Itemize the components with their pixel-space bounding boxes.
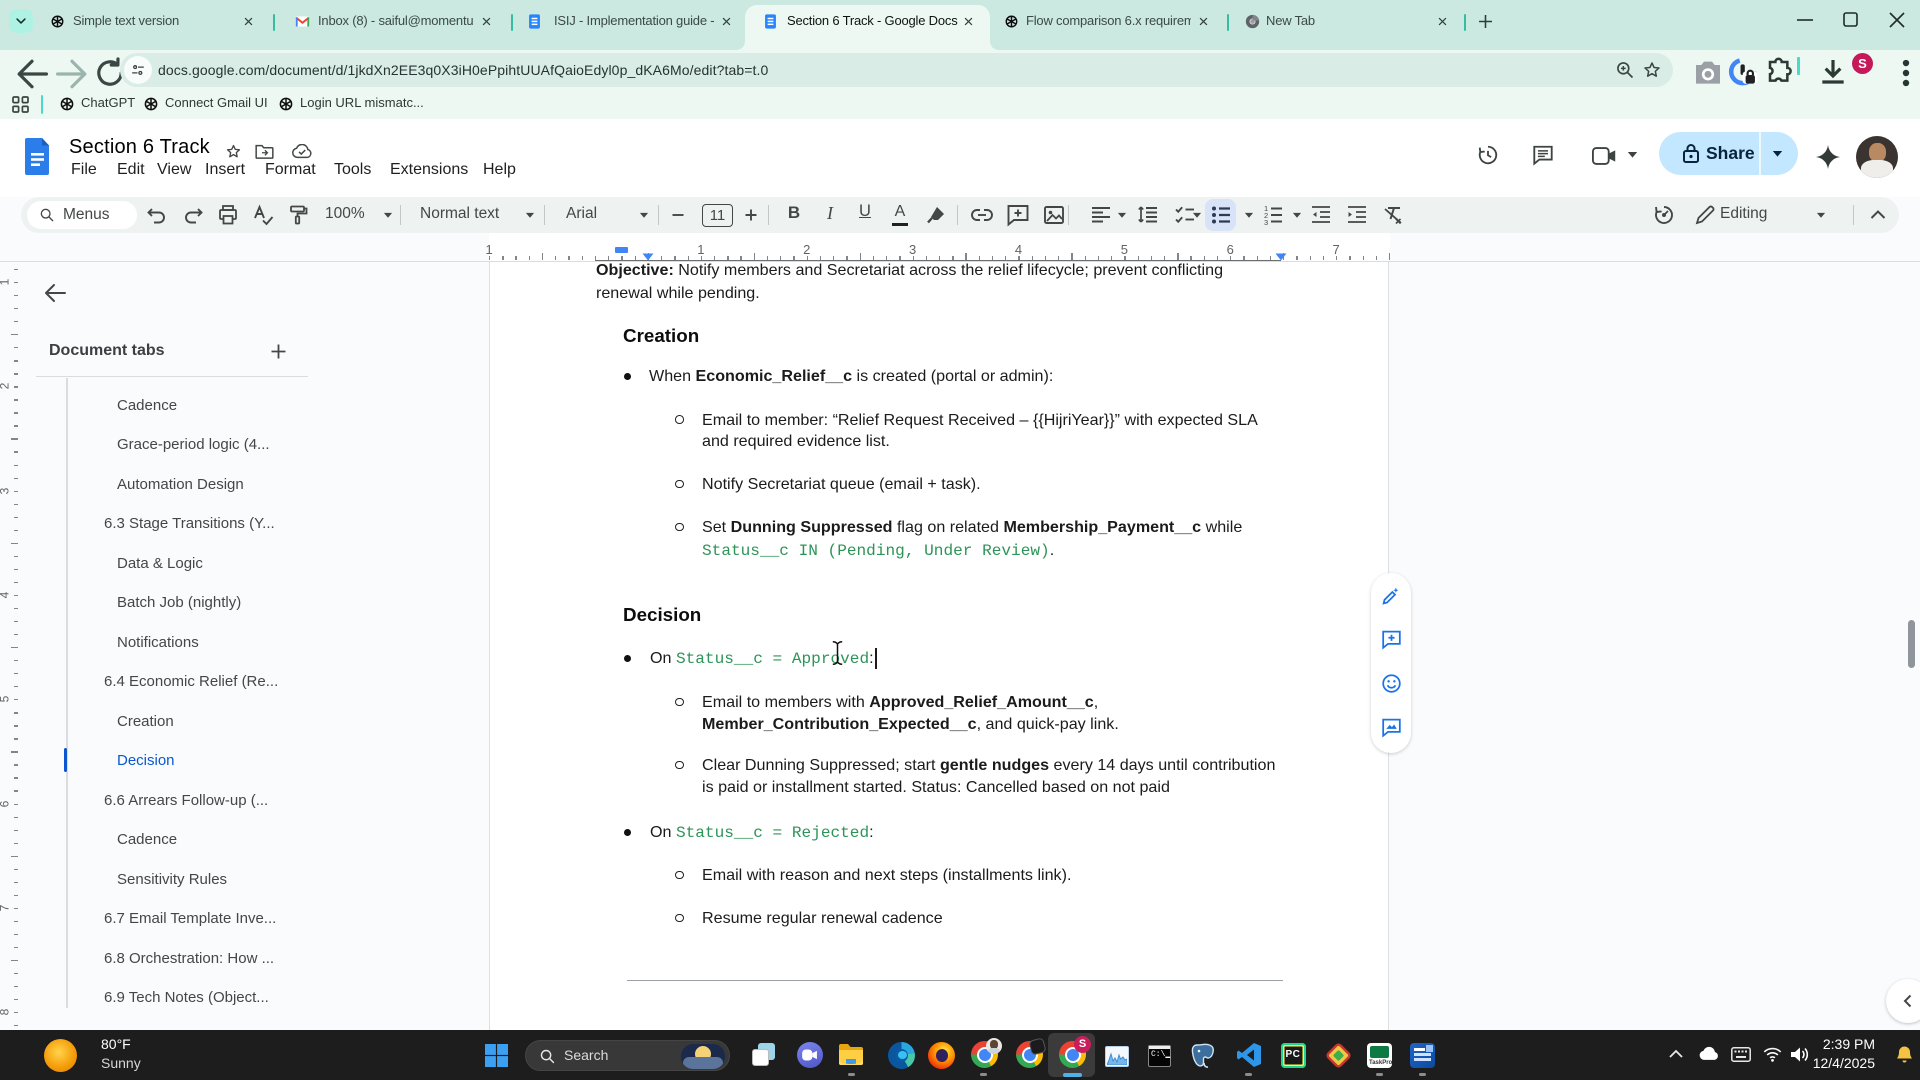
svg-text:3: 3 <box>1264 218 1268 227</box>
